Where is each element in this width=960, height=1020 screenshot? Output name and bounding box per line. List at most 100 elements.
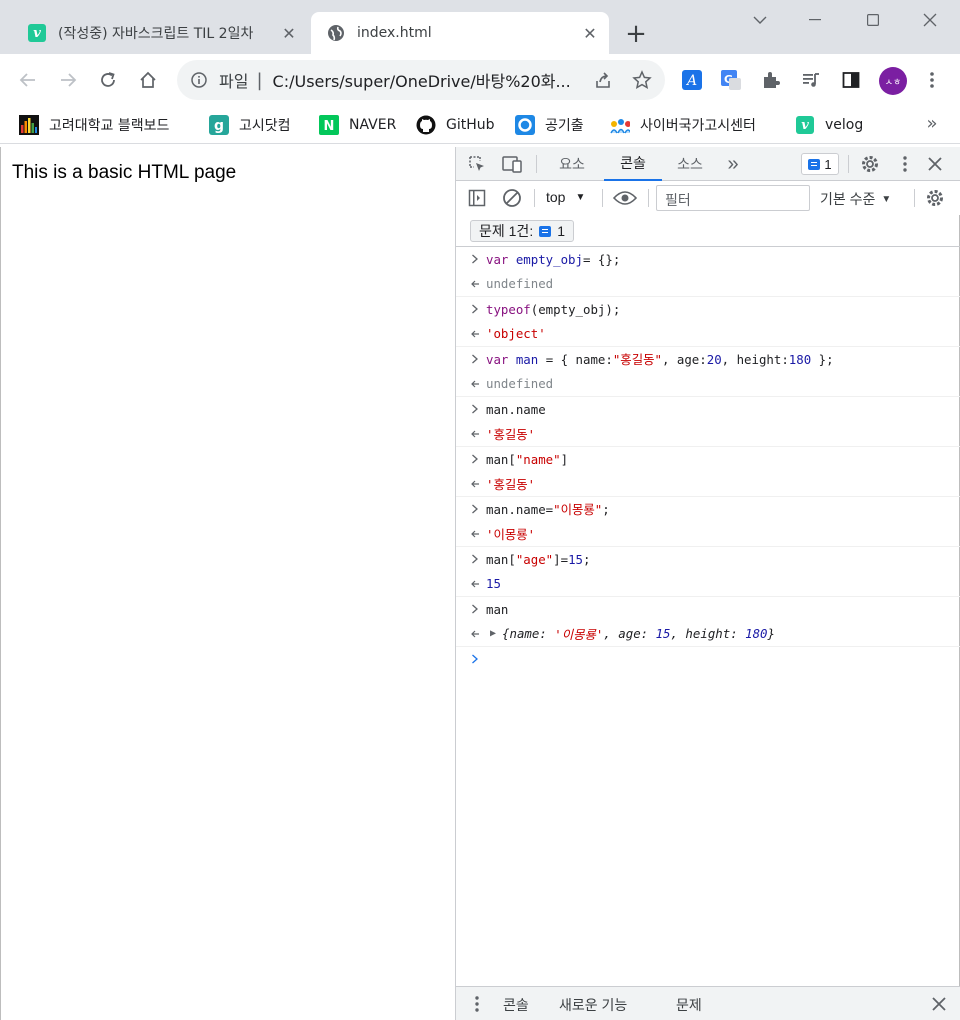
- bookmark-item[interactable]: GitHub: [416, 114, 495, 136]
- console-output-line[interactable]: undefined: [456, 272, 960, 297]
- console-input-line[interactable]: man["name"]: [456, 447, 960, 472]
- console-input-line[interactable]: man.name= "이몽룡";: [456, 497, 960, 522]
- tab-sources[interactable]: 소스: [666, 147, 714, 181]
- chevron-right-icon: [468, 597, 482, 622]
- code-token: ;: [602, 501, 610, 517]
- sidebar-toggle-icon[interactable]: [466, 187, 488, 209]
- bookmark-item[interactable]: 사이버국가고시센터: [610, 114, 756, 136]
- code-token: ]=: [553, 551, 569, 567]
- log-level-dropdown[interactable]: 기본 수준 ▼: [820, 189, 891, 209]
- info-icon[interactable]: [189, 70, 209, 90]
- translate-icon[interactable]: G: [715, 64, 747, 96]
- console-entry: man["age"]= 15; 15: [456, 547, 960, 597]
- minimize-button[interactable]: [795, 6, 835, 34]
- console-prompt[interactable]: [456, 647, 960, 671]
- home-button[interactable]: [132, 64, 164, 96]
- device-toolbar-icon[interactable]: [501, 153, 523, 175]
- clear-console-icon[interactable]: [501, 187, 523, 209]
- return-arrow-icon: [468, 522, 482, 547]
- code-token: , age:: [661, 351, 707, 367]
- bookmark-item[interactable]: N NAVER: [319, 114, 396, 136]
- naver-icon: N: [319, 115, 339, 135]
- close-devtools-icon[interactable]: [924, 153, 946, 175]
- drawer-menu-icon[interactable]: [466, 993, 488, 1015]
- profile-avatar[interactable]: ㅅㅎ: [879, 67, 907, 95]
- reload-button[interactable]: [92, 64, 124, 96]
- console-filter-input[interactable]: 필터: [656, 185, 810, 211]
- new-tab-button[interactable]: +: [622, 19, 650, 49]
- url-text[interactable]: C:/Users/super/OneDrive/바탕%20화...: [273, 68, 578, 92]
- maximize-button[interactable]: [853, 6, 893, 34]
- bookmark-item[interactable]: 공기출: [515, 114, 584, 136]
- page-viewport: This is a basic HTML page: [0, 147, 455, 1020]
- code-token: man.name: [486, 401, 546, 417]
- code-token: = {};: [582, 251, 621, 267]
- close-icon[interactable]: ✕: [581, 24, 599, 43]
- issues-count: 1: [557, 223, 566, 239]
- tab-elements[interactable]: 요소: [548, 147, 596, 181]
- console-log[interactable]: var empty_obj = {}; undefined typeof (empty_…: [456, 247, 960, 671]
- share-icon[interactable]: [587, 64, 619, 96]
- menu-icon[interactable]: [916, 64, 948, 96]
- tab-search-icon[interactable]: [740, 6, 780, 34]
- close-window-button[interactable]: [910, 6, 950, 34]
- console-output-line[interactable]: ▶ {name: '이몽룡', age: 15, height: 180}: [456, 622, 960, 647]
- console-output-line[interactable]: '이몽룡': [456, 522, 960, 547]
- separator: [534, 189, 535, 207]
- forward-button[interactable]: [52, 64, 84, 96]
- bookmarks-overflow-button[interactable]: »: [922, 112, 942, 134]
- tab-index-html[interactable]: index.html ✕: [311, 12, 609, 54]
- console-input-line[interactable]: var empty_obj = {};: [456, 247, 960, 272]
- chevron-right-icon: [468, 497, 482, 522]
- live-expression-eye-icon[interactable]: [612, 187, 638, 209]
- expand-triangle-icon[interactable]: ▶: [490, 628, 496, 639]
- inspect-element-icon[interactable]: [466, 153, 488, 175]
- side-panel-icon[interactable]: [835, 64, 867, 96]
- console-output-line[interactable]: undefined: [456, 372, 960, 397]
- back-button[interactable]: [12, 64, 44, 96]
- page-body-text: This is a basic HTML page: [12, 162, 237, 183]
- console-output-line[interactable]: '홍길동': [456, 472, 960, 497]
- issues-label: 문제 1건:: [479, 223, 534, 239]
- drawer-tab-whats-new[interactable]: 새로운 기능: [559, 995, 627, 1015]
- close-icon[interactable]: ✕: [280, 24, 298, 43]
- more-tabs-button[interactable]: »: [718, 147, 748, 181]
- context-selector[interactable]: top ▼: [546, 189, 585, 205]
- media-controls-icon[interactable]: [795, 64, 827, 96]
- kebab-menu-icon[interactable]: [894, 153, 916, 175]
- close-drawer-icon[interactable]: [928, 993, 950, 1015]
- gosi-icon: g: [209, 115, 229, 135]
- tab-console[interactable]: 콘솔: [604, 147, 662, 181]
- console-input-line[interactable]: typeof (empty_obj);: [456, 297, 960, 322]
- drawer-tab-issues[interactable]: 문제: [676, 995, 702, 1015]
- font-extension-icon[interactable]: A: [676, 64, 708, 96]
- code-token: '홍길동': [486, 476, 536, 492]
- console-settings-gear-icon[interactable]: [924, 187, 946, 209]
- code-token: , age:: [603, 626, 656, 642]
- console-input-line[interactable]: man.name: [456, 397, 960, 422]
- extensions-icon[interactable]: [755, 64, 787, 96]
- chevron-right-icon: [468, 247, 482, 272]
- chevron-right-icon: [468, 447, 482, 472]
- console-output-line[interactable]: 15: [456, 572, 960, 597]
- drawer-tab-console[interactable]: 콘솔: [503, 995, 529, 1015]
- issues-button[interactable]: 문제 1건: 1: [470, 220, 575, 242]
- bookmark-star-icon[interactable]: [626, 64, 658, 96]
- tab-velog-draft[interactable]: v (작성중) 자바스크립트 TIL 2일차 ✕: [12, 12, 308, 54]
- code-token: ]: [560, 451, 569, 467]
- console-input-line[interactable]: var man = { name: "홍길동", age: 20, height: 1…: [456, 347, 960, 372]
- issues-counter-badge[interactable]: 1: [801, 153, 839, 175]
- return-arrow-icon: [468, 272, 482, 297]
- bookmark-item[interactable]: g 고시닷컴: [209, 114, 291, 136]
- console-output-line[interactable]: 'object': [456, 322, 960, 347]
- code-token: man[: [486, 551, 516, 567]
- console-entry: man.name= "이몽룡"; '이몽룡': [456, 497, 960, 547]
- bookmark-item[interactable]: 고려대학교 블랙보드: [19, 114, 169, 136]
- console-output-line[interactable]: '홍길동': [456, 422, 960, 447]
- console-input-line[interactable]: man: [456, 597, 960, 622]
- devtools-tab-bar: 요소 콘솔 소스 » 1: [456, 147, 960, 181]
- code-token: "name": [515, 451, 561, 467]
- console-input-line[interactable]: man["age"]= 15;: [456, 547, 960, 572]
- bookmark-item[interactable]: v velog: [795, 114, 863, 136]
- settings-gear-icon[interactable]: [859, 153, 881, 175]
